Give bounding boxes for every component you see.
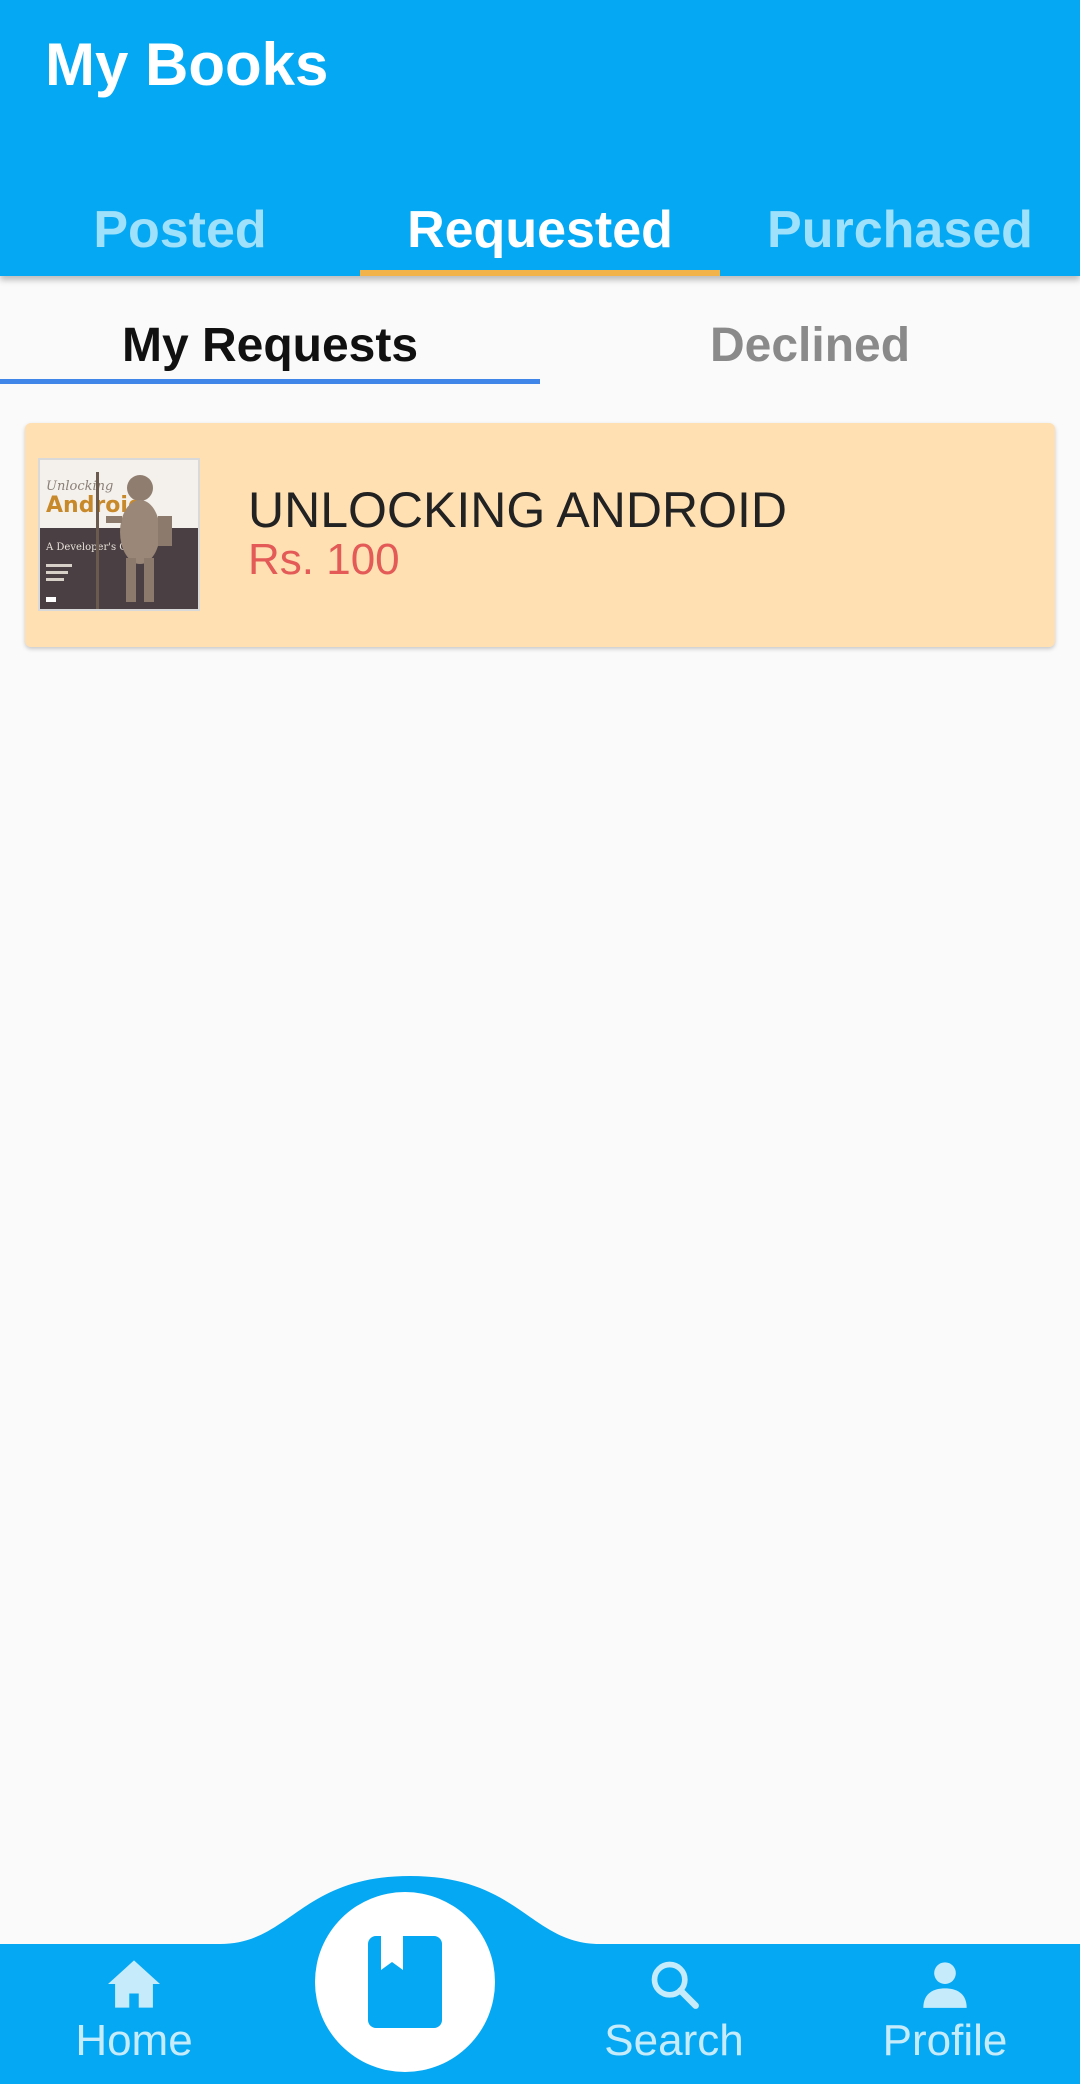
page-title: My Books xyxy=(45,31,329,98)
bottom-nav: Home Search Profile xyxy=(0,1944,1080,2084)
main-tabs: Posted Requested Purchased xyxy=(0,200,1080,276)
sub-tabs: My Requests Declined xyxy=(0,300,1080,384)
request-card[interactable]: Unlocking Android A Developer's Guide UN… xyxy=(25,423,1055,647)
nav-home[interactable]: Home xyxy=(34,1958,234,2066)
tab-purchased[interactable]: Purchased xyxy=(720,200,1080,276)
subtab-my-requests[interactable]: My Requests xyxy=(0,300,540,384)
book-price: Rs. 100 xyxy=(248,535,400,584)
nav-search[interactable]: Search xyxy=(574,1958,774,2066)
book-icon xyxy=(368,1936,442,2028)
nav-search-label: Search xyxy=(604,2016,744,2065)
home-icon xyxy=(108,1960,160,2008)
book-title: UNLOCKING ANDROID xyxy=(248,482,787,538)
book-cover-image: Unlocking Android A Developer's Guide xyxy=(38,458,200,611)
nav-home-label: Home xyxy=(75,2016,193,2065)
app-bar: My Books Posted Requested Purchased xyxy=(0,0,1080,276)
person-icon xyxy=(923,1962,967,2008)
tab-requested[interactable]: Requested xyxy=(360,200,720,276)
search-icon xyxy=(651,1961,699,2009)
nav-profile[interactable]: Profile xyxy=(845,1958,1045,2066)
nav-profile-label: Profile xyxy=(882,2016,1008,2065)
my-books-fab[interactable] xyxy=(315,1892,495,2072)
subtab-declined[interactable]: Declined xyxy=(540,300,1080,384)
tab-posted[interactable]: Posted xyxy=(0,200,360,276)
cover-top-text: Unlocking xyxy=(46,479,113,494)
